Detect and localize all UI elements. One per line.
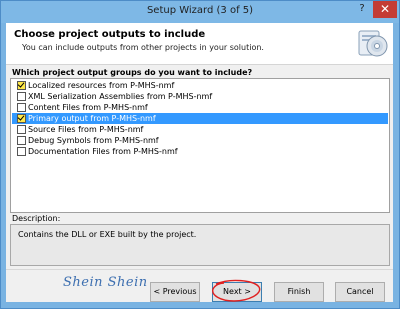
finish-button[interactable]: Finish (274, 282, 324, 302)
annotation-circle (212, 279, 261, 302)
output-groups-label: Which project output groups do you want … (12, 68, 253, 77)
list-item[interactable]: XML Serialization Assemblies from P-MHS-… (12, 91, 388, 102)
installer-disc-icon (358, 30, 388, 57)
wizard-header: Choose project outputs to include You ca… (6, 23, 393, 65)
list-item[interactable]: Source Files from P-MHS-nmf (12, 124, 388, 135)
list-item[interactable]: Localized resources from P-MHS-nmf (12, 80, 388, 91)
close-button[interactable]: ✕ (373, 1, 397, 18)
title-bar: Setup Wizard (3 of 5) ? ✕ (1, 1, 399, 23)
list-item[interactable]: Documentation Files from P-MHS-nmf (12, 146, 388, 157)
setup-wizard-window: Setup Wizard (3 of 5) ? ✕ Choose project… (0, 0, 400, 309)
divider (6, 269, 393, 270)
checkbox[interactable] (17, 147, 26, 156)
list-item-selected[interactable]: Primary output from P-MHS-nmf (12, 113, 388, 124)
checkbox[interactable] (17, 103, 26, 112)
description-text: Contains the DLL or EXE built by the pro… (18, 230, 197, 239)
checkbox[interactable] (17, 81, 26, 90)
checkbox[interactable] (17, 114, 26, 123)
window-title: Setup Wizard (3 of 5) (146, 5, 254, 16)
watermark-text: Shein Shein (63, 275, 148, 290)
help-button[interactable]: ? (356, 3, 368, 17)
description-label: Description: (12, 214, 61, 223)
page-title: Choose project outputs to include (14, 29, 206, 40)
cancel-button[interactable]: Cancel (335, 282, 385, 302)
checkbox[interactable] (17, 136, 26, 145)
output-groups-list[interactable]: Localized resources from P-MHS-nmf XML S… (10, 78, 390, 213)
page-subtitle: You can include outputs from other proje… (22, 43, 264, 52)
description-box: Contains the DLL or EXE built by the pro… (10, 224, 390, 266)
checkbox[interactable] (17, 92, 26, 101)
list-item[interactable]: Debug Symbols from P-MHS-nmf (12, 135, 388, 146)
list-item[interactable]: Content Files from P-MHS-nmf (12, 102, 388, 113)
wizard-body: Choose project outputs to include You ca… (6, 23, 393, 302)
previous-button[interactable]: < Previous (150, 282, 200, 302)
checkbox[interactable] (17, 125, 26, 134)
